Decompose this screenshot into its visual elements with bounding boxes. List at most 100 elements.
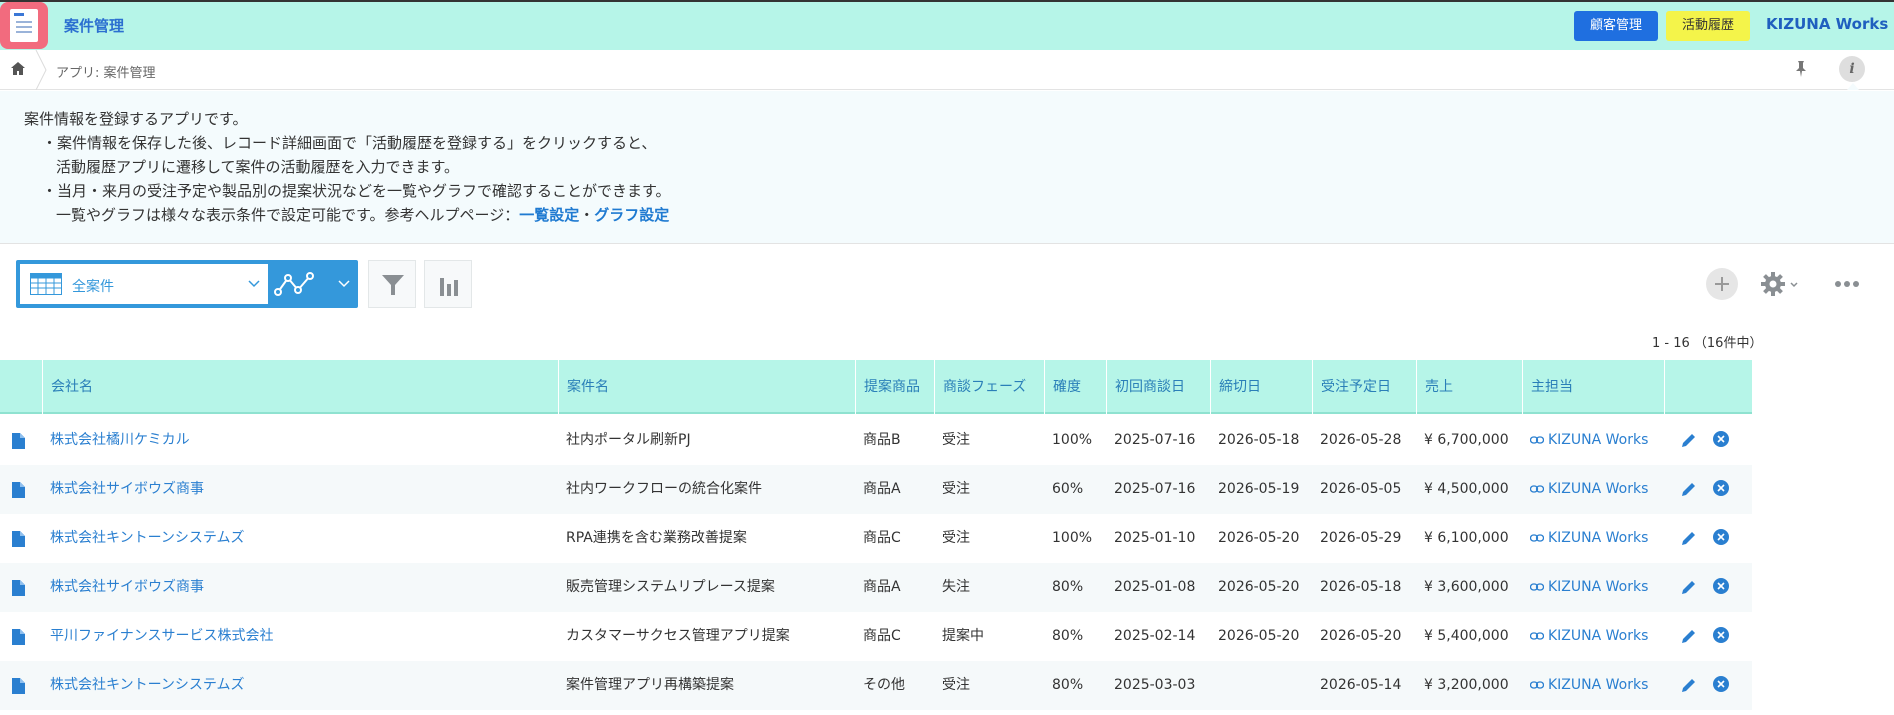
cell-probability: 100%	[1052, 432, 1093, 448]
document-icon[interactable]	[12, 433, 25, 449]
owner-link[interactable]: KIZUNA Works	[1530, 432, 1648, 448]
cell-expected-order: 2026-05-20	[1320, 628, 1402, 644]
owner-link[interactable]: KIZUNA Works	[1530, 677, 1648, 693]
activity-history-button[interactable]: 活動履歴	[1666, 11, 1750, 41]
column-header-sales[interactable]: 売上	[1416, 360, 1522, 414]
column-header-expected-order[interactable]: 受注予定日	[1312, 360, 1416, 414]
link-icon	[1530, 632, 1544, 640]
close-circle-icon[interactable]	[1713, 578, 1729, 594]
more-options-button[interactable]	[1830, 268, 1866, 300]
info-icon[interactable]: i	[1839, 56, 1865, 82]
cell-company[interactable]: 株式会社サイボウズ商事	[42, 465, 204, 514]
help-link-list-settings[interactable]: 一覧設定	[519, 206, 579, 224]
pin-icon[interactable]	[1793, 60, 1809, 78]
description-line-5-text: 一覧やグラフは様々な表示条件で設定可能です。参考ヘルプページ：	[56, 206, 520, 224]
cell-project: カスタマーサクセス管理アプリ提案	[566, 628, 790, 644]
column-header-product[interactable]: 提案商品	[855, 360, 934, 414]
document-icon[interactable]	[12, 678, 25, 694]
cell-expected-order: 2026-05-14	[1320, 677, 1402, 693]
graph-menu-icon[interactable]	[274, 270, 318, 298]
chevron-down-icon	[248, 280, 260, 288]
cell-company[interactable]: 株式会社橘川ケミカル	[42, 416, 190, 465]
cell-company[interactable]: 株式会社キントーンシステムズ	[42, 661, 244, 710]
cell-company[interactable]: 株式会社キントーンシステムズ	[42, 514, 244, 563]
document-icon[interactable]	[12, 531, 25, 547]
view-dropdown[interactable]: 全案件	[20, 264, 268, 304]
column-header-deadline[interactable]: 締切日	[1210, 360, 1312, 414]
cell-sales: ¥ 6,700,000	[1424, 432, 1509, 448]
owner-link[interactable]: KIZUNA Works	[1530, 530, 1648, 546]
home-icon[interactable]	[10, 61, 26, 77]
cell-first-meeting: 2025-01-10	[1114, 530, 1196, 546]
document-icon[interactable]	[12, 629, 25, 645]
close-circle-icon[interactable]	[1713, 627, 1729, 643]
record-count: 1 - 16 （16件中）	[1652, 336, 1763, 351]
breadcrumb-separator	[35, 50, 47, 90]
cell-product: 商品C	[863, 628, 901, 644]
pencil-icon[interactable]	[1680, 627, 1698, 645]
cell-phase: 受注	[942, 677, 970, 693]
app-icon[interactable]	[0, 2, 48, 49]
cell-sales: ¥ 6,100,000	[1424, 530, 1509, 546]
chevron-down-icon[interactable]	[338, 280, 350, 288]
customer-management-button[interactable]: 顧客管理	[1574, 11, 1658, 41]
app-title[interactable]: 案件管理	[64, 15, 124, 36]
link-icon	[1530, 681, 1544, 689]
gear-icon	[1761, 272, 1785, 296]
link-icon	[1530, 485, 1544, 493]
document-icon[interactable]	[12, 482, 25, 498]
link-icon	[1530, 583, 1544, 591]
link-separator: ・	[579, 206, 595, 224]
column-header-company[interactable]: 会社名	[42, 360, 558, 414]
cell-deadline: 2026-05-20	[1218, 579, 1300, 595]
close-circle-icon[interactable]	[1713, 529, 1729, 545]
view-selector: 全案件	[16, 260, 358, 308]
pencil-icon[interactable]	[1680, 578, 1698, 596]
column-header-probability[interactable]: 確度	[1044, 360, 1106, 414]
pencil-icon[interactable]	[1680, 676, 1698, 694]
view-name: 全案件	[72, 279, 114, 295]
settings-button[interactable]	[1758, 268, 1802, 300]
owner-link[interactable]: KIZUNA Works	[1530, 628, 1648, 644]
cell-first-meeting: 2025-07-16	[1114, 481, 1196, 497]
cell-first-meeting: 2025-07-16	[1114, 432, 1196, 448]
cell-product: 商品C	[863, 530, 901, 546]
owner-name: KIZUNA Works	[1548, 530, 1649, 546]
owner-name: KIZUNA Works	[1548, 628, 1649, 644]
pencil-icon[interactable]	[1680, 480, 1698, 498]
owner-link[interactable]: KIZUNA Works	[1530, 579, 1648, 595]
filter-button[interactable]	[368, 260, 416, 308]
column-header-phase[interactable]: 商談フェーズ	[934, 360, 1044, 414]
pencil-icon[interactable]	[1680, 529, 1698, 547]
pencil-icon[interactable]	[1680, 431, 1698, 449]
funnel-icon	[382, 275, 404, 295]
cell-owner: KIZUNA Works	[1522, 465, 1648, 514]
cell-deadline: 2026-05-20	[1218, 628, 1300, 644]
cell-company[interactable]: 平川ファイナンスサービス株式会社	[42, 612, 273, 661]
close-circle-icon[interactable]	[1713, 480, 1729, 496]
add-record-button[interactable]	[1706, 268, 1738, 300]
table-row: 株式会社サイボウズ商事 販売管理システムリプレース提案 商品A 失注 80% 2…	[0, 563, 1752, 612]
owner-name: KIZUNA Works	[1548, 481, 1649, 497]
table-view-icon	[30, 273, 62, 295]
cell-deadline	[1210, 661, 1218, 710]
column-header-project[interactable]: 案件名	[558, 360, 855, 414]
column-header-actions	[1664, 360, 1752, 414]
cell-company[interactable]: 株式会社サイボウズ商事	[42, 563, 204, 612]
table-row: 株式会社キントーンシステムズ RPA連携を含む業務改善提案 商品C 受注 100…	[0, 514, 1752, 563]
header-spacer	[0, 360, 42, 414]
cell-phase: 失注	[942, 579, 970, 595]
breadcrumb-app-path[interactable]: アプリ: 案件管理	[56, 62, 156, 81]
cell-phase: 提案中	[942, 628, 984, 644]
table-row: 株式会社橘川ケミカル 社内ポータル刷新PJ 商品B 受注 100% 2025-0…	[0, 416, 1752, 465]
owner-link[interactable]: KIZUNA Works	[1530, 481, 1648, 497]
cell-product: 商品B	[863, 432, 901, 448]
document-icon[interactable]	[12, 580, 25, 596]
cell-owner: KIZUNA Works	[1522, 514, 1648, 563]
graph-button[interactable]	[424, 260, 472, 308]
column-header-owner[interactable]: 主担当	[1522, 360, 1664, 414]
help-link-graph-settings[interactable]: グラフ設定	[594, 206, 669, 224]
close-circle-icon[interactable]	[1713, 676, 1729, 692]
column-header-first-meeting[interactable]: 初回商談日	[1106, 360, 1210, 414]
close-circle-icon[interactable]	[1713, 431, 1729, 447]
